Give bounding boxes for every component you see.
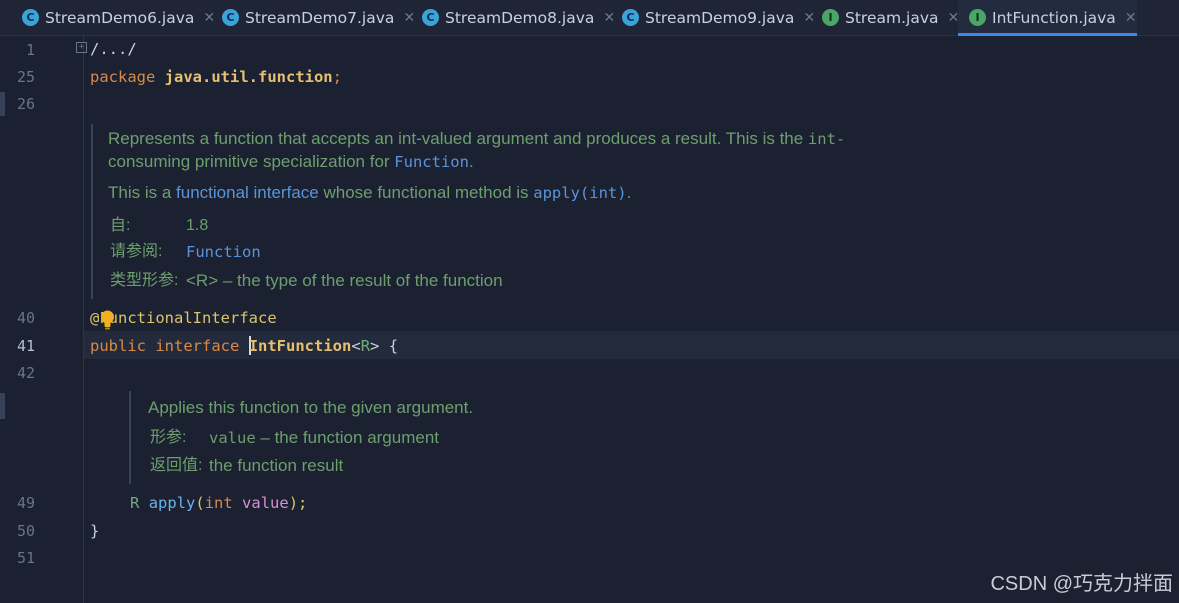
tab-intfunction[interactable]: I IntFunction.java ✕ [958, 0, 1137, 36]
editor-tab-bar: C StreamDemo6.java ✕ C StreamDemo7.java … [0, 0, 1179, 36]
fold-toggle-icon[interactable]: + [76, 42, 87, 53]
line-number: 51 [16, 549, 35, 567]
interface-declaration[interactable]: public interface IntFunction<R> { [90, 335, 398, 357]
doc-since-label: 自: [110, 217, 131, 234]
doc-code: int- [807, 130, 846, 148]
lightbulb-icon[interactable] [99, 309, 116, 331]
interface-keyword: interface [155, 337, 240, 355]
type-params-open: < [351, 337, 361, 355]
doc-see-link[interactable]: Function [186, 241, 261, 263]
close-brace: } [90, 522, 100, 540]
method-doc-summary: Applies this function to the given argum… [148, 398, 474, 417]
line-number: 42 [16, 364, 35, 382]
close-icon[interactable]: ✕ [603, 10, 615, 26]
doc-see-label: 请参阅: [110, 243, 163, 260]
line-number: 26 [16, 95, 35, 113]
param-type: int [204, 494, 233, 512]
tab-label: StreamDemo8.java [445, 8, 595, 27]
annotation-at: @ [90, 309, 100, 327]
method-declaration[interactable]: R apply(int value); [130, 492, 307, 514]
public-keyword: public [90, 337, 146, 355]
imports-fold-region[interactable]: /.../ [90, 38, 137, 60]
line-number: 25 [16, 68, 35, 86]
tab-streamdemo8[interactable]: C StreamDemo8.java ✕ [422, 0, 615, 35]
interface-i-icon: I [822, 9, 839, 26]
class-c-icon: C [422, 9, 439, 26]
package-name: java.util.function [164, 68, 333, 86]
doc-since-value: 1.8 [186, 217, 209, 234]
tab-label: StreamDemo9.java [645, 8, 795, 27]
tab-label: IntFunction.java [992, 8, 1116, 27]
paren-close: ); [288, 494, 308, 512]
doc-typeparams-label: 类型形参: [110, 272, 179, 289]
param-name: value [242, 494, 289, 512]
doc-text: whose functional method is [318, 183, 534, 202]
paren-open: ( [195, 494, 205, 512]
doc-summary-line-2: consuming primitive specialization for F… [108, 151, 474, 173]
doc-text: This is a [108, 183, 177, 202]
class-c-icon: C [622, 9, 639, 26]
annotation-line[interactable]: @FunctionalInterface [90, 307, 277, 329]
tab-stream[interactable]: I Stream.java ✕ [822, 0, 959, 35]
annotation-name: FunctionalInterface [99, 309, 277, 327]
line-number: 1 [25, 41, 35, 59]
tab-streamdemo7[interactable]: C StreamDemo7.java ✕ [222, 0, 415, 35]
close-icon[interactable]: ✕ [1125, 10, 1137, 26]
line-number: 49 [16, 494, 35, 512]
doc-text: consuming primitive specialization for [108, 152, 395, 171]
close-icon[interactable]: ✕ [403, 10, 415, 26]
package-keyword: package [90, 68, 156, 86]
tab-streamdemo6[interactable]: C StreamDemo6.java ✕ [22, 0, 215, 35]
doc-summary-line-3: This is a functional interface whose fun… [108, 182, 631, 204]
tab-label: StreamDemo6.java [45, 8, 195, 27]
open-brace: { [379, 337, 399, 355]
doc-code: value [209, 429, 256, 447]
method-javadoc: Applies this function to the given argum… [129, 391, 531, 484]
tab-streamdemo9[interactable]: C StreamDemo9.java ✕ [622, 0, 815, 35]
line-number: 41 [16, 337, 35, 355]
method-doc-returns-value: the function result [209, 456, 344, 475]
line-number: 40 [16, 309, 35, 327]
method-doc-params-label: 形参: [150, 429, 187, 446]
method-doc-returns-label: 返回值: [150, 457, 203, 474]
package-declaration[interactable]: package java.util.function; [90, 66, 342, 88]
watermark: CSDN @巧克力拌面 [990, 573, 1173, 595]
gutter-change-marker [0, 393, 5, 419]
interface-javadoc: Represents a function that accepts an in… [91, 124, 893, 299]
doc-summary-line-1: Represents a function that accepts an in… [108, 128, 845, 150]
interface-name[interactable]: IntFunction [249, 337, 352, 355]
doc-text: . [626, 183, 632, 202]
doc-text: – the function argument [255, 428, 440, 447]
method-name[interactable]: apply [149, 494, 196, 512]
semicolon: ; [332, 68, 342, 86]
method-return-type: R [130, 494, 140, 512]
doc-text: . [468, 152, 474, 171]
close-brace-line[interactable]: } [90, 520, 99, 542]
tab-label: Stream.java [845, 8, 939, 27]
class-c-icon: C [22, 9, 39, 26]
close-icon[interactable]: ✕ [803, 10, 815, 26]
interface-i-icon: I [969, 9, 986, 26]
method-doc-param: value – the function argument [209, 427, 439, 449]
type-param: R [360, 337, 371, 355]
doc-link-apply[interactable]: apply(int) [533, 184, 626, 202]
imports-fold-text[interactable]: /.../ [90, 40, 137, 58]
tab-label: StreamDemo7.java [245, 8, 395, 27]
line-number: 50 [16, 522, 35, 540]
doc-link-functional-interface[interactable]: functional interface [176, 183, 319, 202]
doc-text: Represents a function that accepts an in… [108, 129, 808, 148]
type-params-close: > [370, 337, 380, 355]
doc-link-function[interactable]: Function [394, 153, 469, 171]
doc-typeparams-value: <R> – the type of the result of the func… [186, 271, 503, 290]
class-c-icon: C [222, 9, 239, 26]
close-icon[interactable]: ✕ [203, 10, 215, 26]
